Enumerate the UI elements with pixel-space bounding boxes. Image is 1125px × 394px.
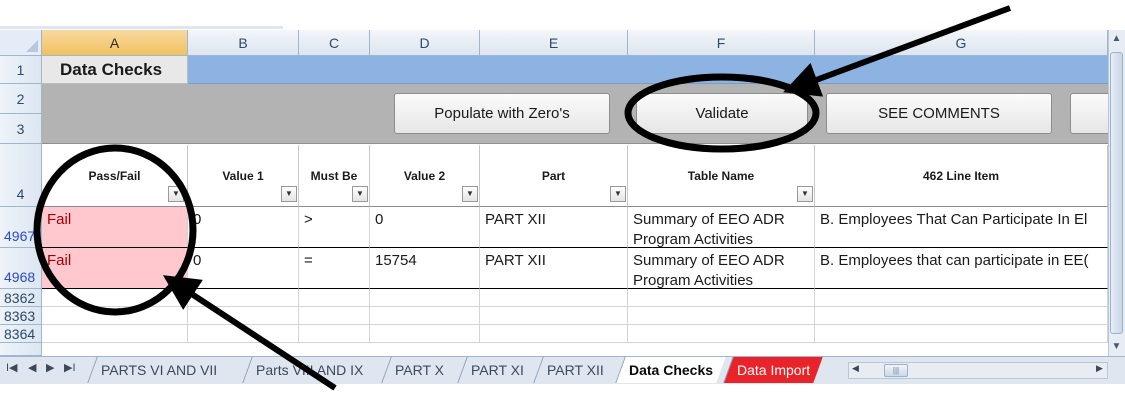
- pass-fail-highlight-circle: [33, 144, 197, 316]
- pass-fail-pointer-arrow: [162, 275, 337, 391]
- validate-highlight-circle: [624, 73, 820, 153]
- validate-pointer-arrow: [783, 5, 1012, 97]
- annotation-overlay: [33, 5, 1012, 391]
